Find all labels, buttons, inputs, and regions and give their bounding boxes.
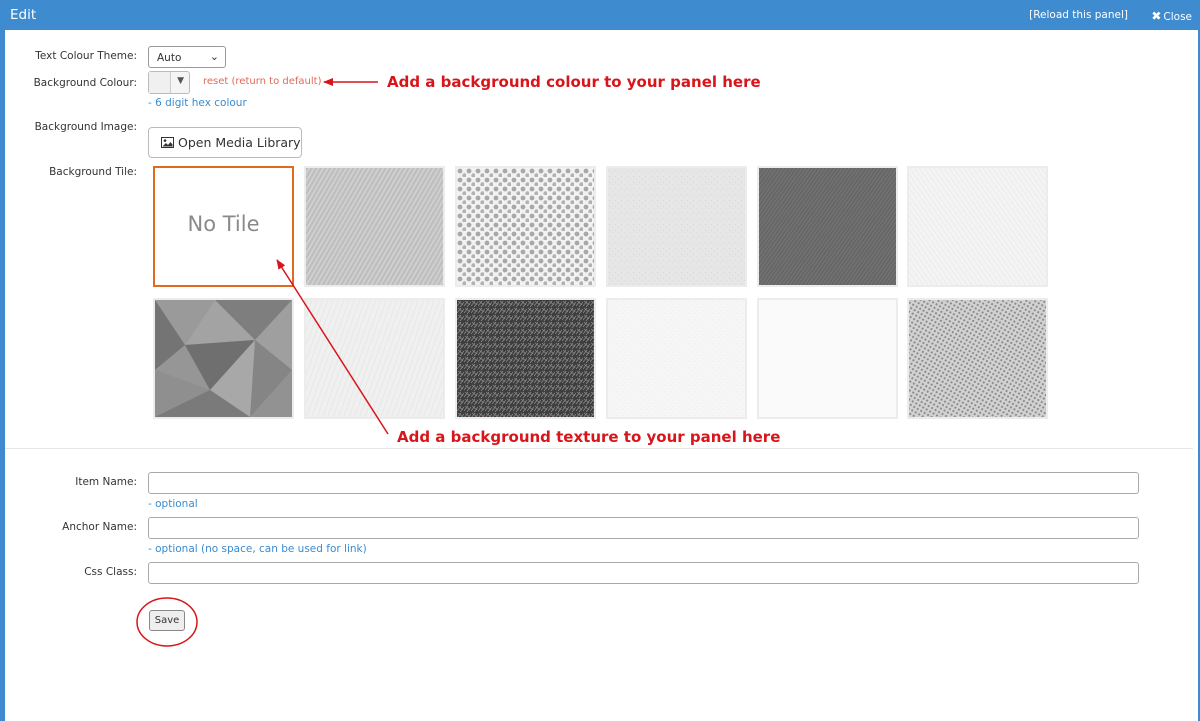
item-name-input[interactable]: [148, 472, 1139, 494]
tile-white-texture[interactable]: [606, 298, 747, 419]
open-media-library-label: Open Media Library: [178, 135, 301, 150]
close-label: Close: [1163, 11, 1192, 23]
tile-no-tile[interactable]: No Tile: [153, 166, 294, 287]
anchor-name-input[interactable]: [148, 517, 1139, 539]
tile-dark-fabric[interactable]: [757, 166, 898, 287]
colour-picker[interactable]: ▼: [148, 71, 190, 94]
css-class-label: Css Class:: [84, 566, 137, 578]
item-name-label: Item Name:: [75, 476, 137, 488]
item-name-help: - optional: [148, 498, 198, 510]
background-colour-label: Background Colour:: [33, 77, 137, 89]
open-media-library-button[interactable]: Open Media Library: [148, 127, 302, 158]
text-colour-theme-value: Auto: [157, 52, 182, 64]
text-colour-theme-label: Text Colour Theme:: [35, 50, 137, 62]
css-class-input[interactable]: [148, 562, 1139, 584]
background-image-label: Background Image:: [34, 121, 137, 133]
section-divider: [5, 448, 1193, 449]
tile-white-paper[interactable]: [304, 298, 445, 419]
tile-white-diagonal[interactable]: [907, 166, 1048, 287]
tile-dots[interactable]: [455, 166, 596, 287]
title-bar: Edit [Reload this panel] ✖ Close: [0, 0, 1200, 30]
tile-light-paper[interactable]: [606, 166, 747, 287]
reset-colour-link[interactable]: reset (return to default): [203, 76, 321, 87]
chevron-down-icon: ⌄: [209, 50, 219, 63]
background-colour-help: - 6 digit hex colour: [148, 97, 247, 109]
window-left-border: [0, 0, 5, 721]
close-icon: ✖: [1151, 9, 1162, 23]
colour-swatch: [149, 72, 171, 93]
background-tile-label: Background Tile:: [49, 166, 137, 178]
no-tile-label: No Tile: [187, 212, 260, 236]
tile-polygons[interactable]: [153, 298, 294, 419]
save-button[interactable]: Save: [149, 610, 185, 631]
window-title: Edit: [10, 7, 37, 23]
tile-linen[interactable]: [304, 166, 445, 287]
image-icon: [161, 136, 174, 151]
dropdown-arrow-icon: ▼: [177, 76, 184, 86]
anchor-name-label: Anchor Name:: [62, 521, 137, 533]
anchor-name-help: - optional (no space, can be used for li…: [148, 543, 367, 555]
tile-grey-mesh[interactable]: [907, 298, 1048, 419]
colour-annotation: Add a background colour to your panel he…: [387, 73, 761, 91]
tile-plain-white[interactable]: [757, 298, 898, 419]
texture-annotation: Add a background texture to your panel h…: [397, 428, 781, 446]
tile-dark-grass[interactable]: [455, 298, 596, 419]
text-colour-theme-select[interactable]: Auto ⌄: [148, 46, 226, 68]
reload-panel-link[interactable]: [Reload this panel]: [1029, 9, 1128, 21]
close-button[interactable]: ✖ Close: [1151, 9, 1192, 23]
